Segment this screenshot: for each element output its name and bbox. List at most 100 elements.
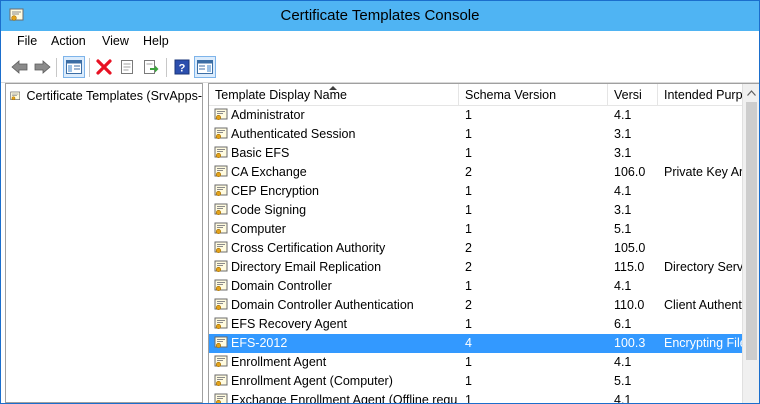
cell-intended-purpose (664, 201, 743, 220)
cell-template-name: Domain Controller Authentication (231, 298, 414, 312)
show-hide-console-tree-icon[interactable] (63, 56, 85, 78)
table-row[interactable]: Directory Email Replication 2 115.0 Directo… (209, 258, 743, 277)
scroll-up-icon[interactable] (743, 84, 759, 101)
cell-intended-purpose (664, 106, 743, 125)
table-row[interactable]: Authenticated Session 1 3.1 (209, 125, 743, 144)
cell-version: 4.1 (614, 108, 632, 122)
cell-schema-version: 2 (465, 298, 472, 312)
certificate-template-icon (214, 184, 228, 197)
properties-icon[interactable] (116, 56, 138, 78)
menu-help[interactable]: Help (143, 34, 169, 48)
table-row[interactable]: Computer 1 5.1 (209, 220, 743, 239)
table-row[interactable]: CEP Encryption 1 4.1 (209, 182, 743, 201)
cell-intended-purpose: Private Key Arc (664, 165, 743, 179)
cell-intended-purpose (664, 277, 743, 296)
help-icon[interactable]: ? (171, 56, 193, 78)
cell-template-name: Code Signing (231, 203, 307, 217)
cell-version: 5.1 (614, 374, 632, 388)
table-row[interactable]: EFS Recovery Agent 1 6.1 (209, 315, 743, 334)
menu-file[interactable]: File (17, 34, 37, 48)
column-header-label: Template Display Name (215, 88, 347, 102)
cell-version: 4.1 (614, 393, 632, 403)
back-arrow-icon[interactable] (9, 56, 31, 78)
cell-template-name: Enrollment Agent (231, 355, 327, 369)
delete-icon[interactable] (93, 56, 115, 78)
table-row[interactable]: Enrollment Agent 1 4.1 (209, 353, 743, 372)
column-header-version[interactable]: Versi (608, 84, 658, 106)
table-row[interactable]: Domain Controller Authentication 2 110.0 Cl… (209, 296, 743, 315)
cell-schema-version: 1 (465, 146, 472, 160)
show-hide-action-pane-icon[interactable] (194, 56, 216, 78)
cell-template-name: Exchange Enrollment Agent (Offline requ.… (231, 393, 457, 403)
cell-intended-purpose (664, 353, 743, 372)
table-row[interactable]: Code Signing 1 3.1 (209, 201, 743, 220)
vertical-scrollbar[interactable] (742, 84, 759, 403)
cell-template-name: Enrollment Agent (Computer) (231, 374, 393, 388)
cell-template-name: Administrator (231, 108, 305, 122)
tree-item-certificate-templates[interactable]: Certificate Templates (SrvApps- (10, 87, 202, 105)
cell-version: 4.1 (614, 184, 632, 198)
certificate-template-icon (214, 393, 228, 403)
cell-intended-purpose (664, 125, 743, 144)
table-row[interactable]: Exchange Enrollment Agent (Offline requ.… (209, 391, 743, 403)
table-row[interactable]: CA Exchange 2 106.0 Private Key Arc (209, 163, 743, 182)
cell-schema-version: 1 (465, 374, 472, 388)
table-row[interactable]: EFS-2012 4 100.3 Encrypting File (209, 334, 743, 353)
column-header-bar: Template Display Name Schema Version Ver… (209, 84, 743, 106)
cell-intended-purpose (664, 220, 743, 239)
column-header-name[interactable]: Template Display Name (209, 84, 459, 106)
cell-version: 5.1 (614, 222, 632, 236)
cell-version: 3.1 (614, 127, 632, 141)
forward-arrow-icon[interactable] (31, 56, 53, 78)
menu-bar: File Action View Help (1, 31, 759, 52)
console-window: Certificate Templates Console File Actio… (0, 0, 760, 404)
certificate-template-icon (10, 91, 21, 100)
cell-version: 106.0 (614, 165, 646, 179)
cell-schema-version: 1 (465, 355, 472, 369)
cell-intended-purpose (664, 391, 743, 403)
table-row[interactable]: Administrator 1 4.1 (209, 106, 743, 125)
cell-version: 4.1 (614, 279, 632, 293)
window-title: Certificate Templates Console (280, 7, 480, 24)
certificate-template-icon (214, 108, 228, 121)
column-header-schema-version[interactable]: Schema Version (459, 84, 608, 106)
toolbar-separator (56, 58, 57, 77)
cell-version: 110.0 (614, 298, 645, 312)
export-list-icon[interactable] (140, 56, 162, 78)
cell-version: 4.1 (614, 355, 632, 369)
cell-intended-purpose: Client Authent (664, 298, 742, 312)
cell-template-name: Domain Controller (231, 279, 332, 293)
column-header-intended-purpose[interactable]: Intended Purpo (658, 84, 743, 106)
cell-template-name: Authenticated Session (231, 127, 356, 141)
certificate-template-icon (214, 127, 228, 140)
cell-intended-purpose (664, 144, 743, 163)
certificate-template-icon (214, 165, 228, 178)
cell-schema-version: 1 (465, 317, 472, 331)
cell-version: 100.3 (614, 336, 646, 350)
certificate-template-icon (214, 203, 228, 216)
cell-template-name: CEP Encryption (231, 184, 320, 198)
table-row[interactable]: Domain Controller 1 4.1 (209, 277, 743, 296)
cell-template-name: EFS Recovery Agent (231, 317, 348, 331)
menu-view[interactable]: View (102, 34, 129, 48)
details-pane: Template Display Name Schema Version Ver… (208, 83, 759, 403)
table-row[interactable]: Enrollment Agent (Computer) 1 5.1 (209, 372, 743, 391)
title-bar[interactable]: Certificate Templates Console (1, 1, 759, 31)
certificate-template-icon (214, 279, 228, 292)
certificate-template-icon (214, 241, 228, 254)
cell-template-name: Directory Email Replication (231, 260, 382, 274)
scrollbar-thumb[interactable] (746, 102, 757, 360)
table-row[interactable]: Cross Certification Authority 2 105.0 (209, 239, 743, 258)
cell-intended-purpose (664, 182, 743, 201)
certificate-template-icon (214, 355, 228, 368)
cell-intended-purpose (664, 315, 743, 334)
menu-action[interactable]: Action (51, 34, 86, 48)
certificate-template-icon (214, 222, 228, 235)
table-row[interactable]: Basic EFS 1 3.1 (209, 144, 743, 163)
cell-schema-version: 1 (465, 279, 472, 293)
toolbar: ? (1, 52, 759, 83)
cell-intended-purpose (664, 239, 743, 258)
svg-text:?: ? (179, 63, 186, 75)
cell-schema-version: 4 (465, 336, 472, 350)
cell-schema-version: 1 (465, 393, 472, 403)
